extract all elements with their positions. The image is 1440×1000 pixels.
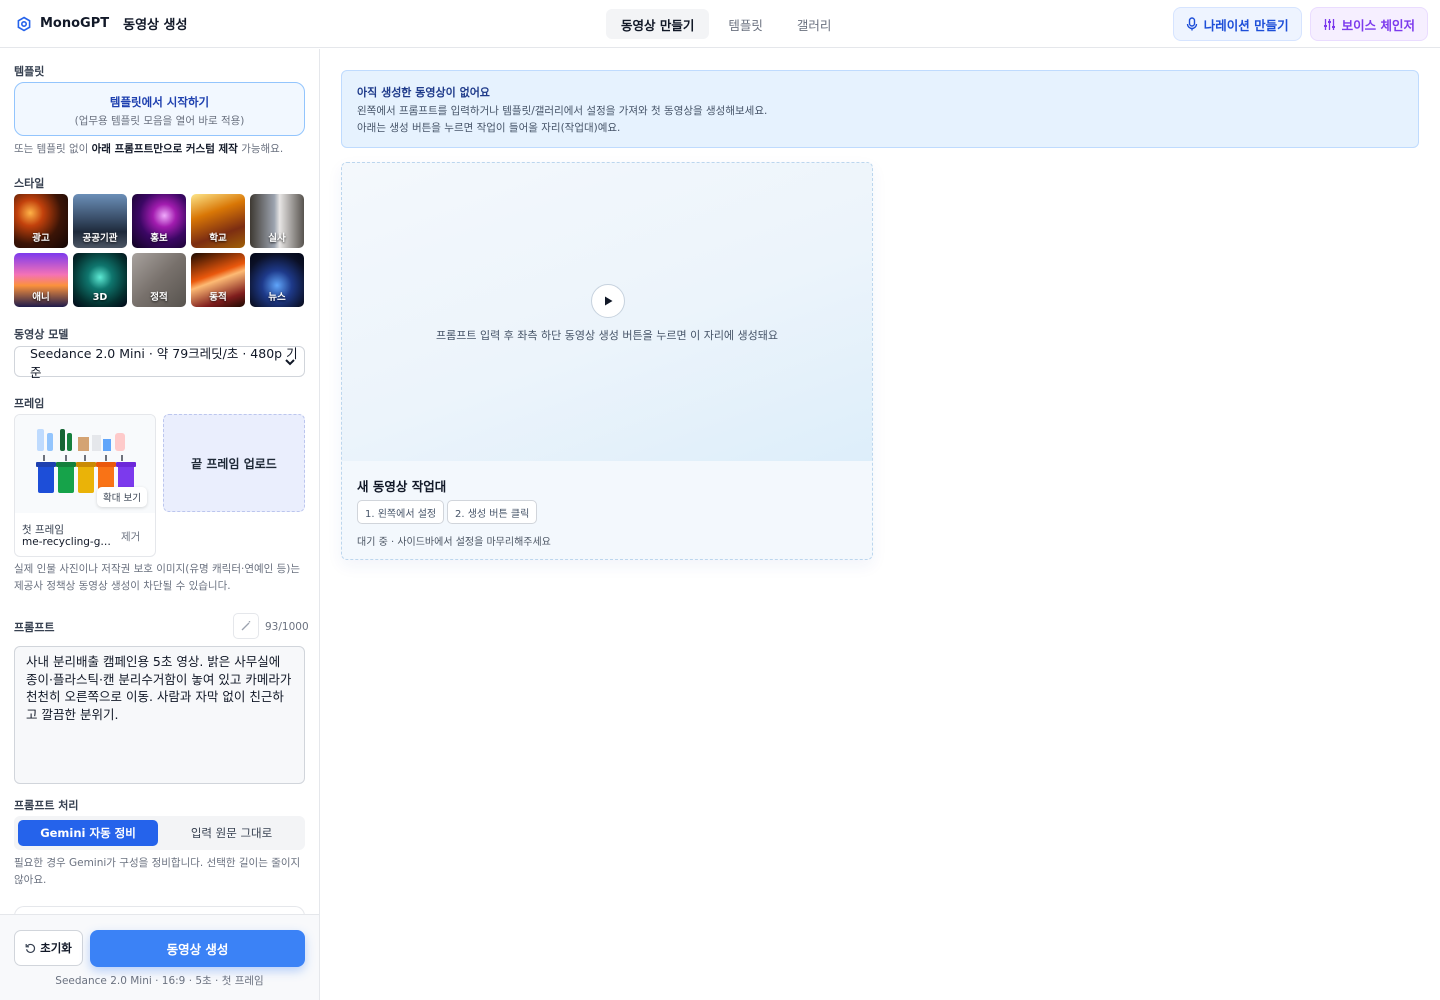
prompt-processing-toggle: Gemini 자동 정비 입력 원문 그대로 (14, 816, 305, 850)
template-button-subtitle: (업무용 템플릿 모음을 열어 바로 적용) (74, 115, 245, 127)
notice-line-2: 아래는 생성 버튼을 누르면 작업이 들어올 자리(작업대)예요. (357, 122, 621, 134)
template-hint-bold: 아래 프롬프트만으로 커스텀 제작 (91, 143, 238, 155)
video-model-value: Seedance 2.0 Mini · 약 79크레딧/초 · 480p 기준 (30, 345, 298, 380)
style-tile-anime[interactable]: 애니 (14, 253, 68, 307)
template-hint-pre: 또는 템플릿 없이 (14, 143, 92, 155)
sidebar-footer: 초기화 동영상 생성 Seedance 2.0 Mini · 16:9 · 5초… (0, 914, 319, 1000)
main-nav: 동영상 만들기 템플릿 갤러리 (606, 9, 850, 39)
brand-name: MonoGPT (40, 16, 110, 31)
style-tile-news[interactable]: 뉴스 (250, 253, 304, 307)
style-tile-dynamic[interactable]: 동적 (191, 253, 245, 307)
reset-button[interactable]: 초기화 (14, 930, 83, 966)
play-icon (605, 296, 613, 306)
tab-gallery[interactable]: 갤러리 (782, 9, 847, 39)
step-chip-2: 2. 생성 버튼 클릭 (447, 500, 538, 524)
frame-warning: 실제 인물 사진이나 저작권 보호 이미지(유명 캐릭터·연예인 등)는 제공사… (14, 563, 301, 592)
step-chip-1: 1. 왼쪽에서 설정 (357, 500, 445, 524)
play-button[interactable] (591, 284, 625, 318)
prompt-processing-label: 프롬프트 처리 (14, 799, 79, 812)
tab-templates[interactable]: 템플릿 (713, 9, 778, 39)
style-label-ad: 광고 (32, 233, 50, 244)
first-frame-card: 확대 보기 첫 프레임 me-recycling-guide.png 제거 (14, 414, 156, 557)
sliders-icon (1323, 18, 1335, 30)
style-tile-ad[interactable]: 광고 (14, 194, 68, 248)
magic-wand-icon (241, 621, 251, 631)
raw-input-option[interactable]: 입력 원문 그대로 (162, 820, 301, 846)
generate-video-button[interactable]: 동영상 생성 (90, 930, 305, 967)
magic-wand-button[interactable] (233, 613, 259, 639)
chevron-down-icon (285, 359, 295, 366)
settings-sidebar: 템플릿 템플릿에서 시작하기 (업무용 템플릿 모음을 열어 바로 적용) 또는… (0, 49, 320, 1000)
style-label-anime: 애니 (32, 292, 50, 303)
header-actions: 나레이션 만들기 보이스 체인저 (1172, 7, 1428, 41)
workbench-status: 대기 중 · 사이드바에서 설정을 마무리해주세요 (357, 537, 551, 548)
first-frame-filename: me-recycling-guide.png (22, 536, 116, 548)
prompt-char-count: 93/1000 (265, 621, 309, 633)
style-tile-public[interactable]: 공공기관 (73, 194, 127, 248)
video-preview-area: 프롬프트 입력 후 좌측 하단 동영상 생성 버튼을 누르면 이 자리에 생성돼… (342, 163, 872, 461)
notice-title: 아직 생성한 동영상이 없어요 (357, 86, 490, 99)
model-label: 동영상 모델 (14, 328, 69, 341)
style-label-public: 공공기관 (82, 233, 118, 244)
start-from-template-button[interactable]: 템플릿에서 시작하기 (업무용 템플릿 모음을 열어 바로 적용) (14, 82, 305, 136)
narration-button[interactable]: 나레이션 만들기 (1172, 7, 1302, 41)
workbench-title: 새 동영상 작업대 (357, 479, 447, 494)
style-tile-promo[interactable]: 홍보 (132, 194, 186, 248)
remove-frame-button[interactable]: 제거 (121, 529, 140, 544)
prompt-label: 프롬프트 (14, 621, 55, 634)
microphone-icon (1186, 17, 1197, 31)
video-workbench-card: 프롬프트 입력 후 좌측 하단 동영상 생성 버튼을 누르면 이 자리에 생성돼… (341, 162, 873, 560)
style-tile-static[interactable]: 정적 (132, 253, 186, 307)
page-title: 동영상 생성 (123, 18, 188, 33)
reset-button-label: 초기화 (40, 941, 72, 955)
first-frame-label: 첫 프레임 (22, 524, 64, 536)
gemini-auto-option[interactable]: Gemini 자동 정비 (18, 820, 158, 846)
end-frame-upload[interactable]: 끝 프레임 업로드 (163, 414, 305, 512)
voice-changer-button-label: 보이스 체인저 (1341, 17, 1415, 33)
frame-label: 프레임 (14, 397, 45, 410)
zoom-button[interactable]: 확대 보기 (97, 487, 147, 507)
style-tile-realistic[interactable]: 실사 (250, 194, 304, 248)
template-button-title: 템플릿에서 시작하기 (109, 95, 210, 109)
video-model-select[interactable]: Seedance 2.0 Mini · 약 79크레딧/초 · 480p 기준 (14, 346, 305, 380)
template-hint-post: 가능해요. (237, 143, 284, 155)
template-hint: 또는 템플릿 없이 아래 프롬프트만으로 커스텀 제작 가능해요. (14, 141, 306, 158)
empty-notice: 아직 생성한 동영상이 없어요 왼쪽에서 프롬프트를 입력하거나 템플릿/갤러리… (341, 70, 1419, 148)
preview-placeholder-text: 프롬프트 입력 후 좌측 하단 동영상 생성 버튼을 누르면 이 자리에 생성돼… (435, 329, 779, 342)
style-tile-school[interactable]: 학교 (191, 194, 245, 248)
template-label: 템플릿 (14, 65, 45, 78)
style-label-dynamic: 동적 (209, 292, 227, 303)
reset-icon (25, 943, 36, 953)
logo-icon (17, 16, 31, 31)
processing-hint: 필요한 경우 Gemini가 구성을 정비합니다. 선택한 길이는 줄이지 않아… (14, 857, 301, 886)
tab-create-video[interactable]: 동영상 만들기 (606, 9, 710, 39)
style-tile-3d[interactable]: 3D (73, 253, 127, 307)
notice-line-1: 왼쪽에서 프롬프트를 입력하거나 템플릿/갤러리에서 설정을 가져와 첫 동영상… (357, 105, 768, 117)
narration-button-label: 나레이션 만들기 (1203, 17, 1289, 33)
voice-changer-button[interactable]: 보이스 체인저 (1309, 7, 1428, 41)
style-grid: 광고 공공기관 홍보 학교 실사 애니 3D 정적 동적 뉴스 (14, 194, 306, 307)
generation-summary: Seedance 2.0 Mini · 16:9 · 5초 · 첫 프레임 (55, 975, 264, 987)
top-bar: MonoGPT 동영상 생성 동영상 만들기 템플릿 갤러리 나레이션 만들기 … (0, 0, 1440, 48)
style-label-realistic: 실사 (268, 233, 286, 244)
brand[interactable]: MonoGPT 동영상 생성 (16, 14, 187, 33)
style-label-promo: 홍보 (150, 233, 168, 244)
style-label-3d: 3D (92, 292, 108, 303)
style-label-school: 학교 (209, 233, 227, 244)
style-label-news: 뉴스 (268, 292, 286, 303)
style-label: 스타일 (14, 177, 45, 190)
prompt-textarea[interactable]: 사내 분리배출 캠페인용 5초 영상. 밝은 사무실에 종이·플라스틱·캔 분리… (14, 646, 305, 784)
style-label-static: 정적 (150, 292, 168, 303)
